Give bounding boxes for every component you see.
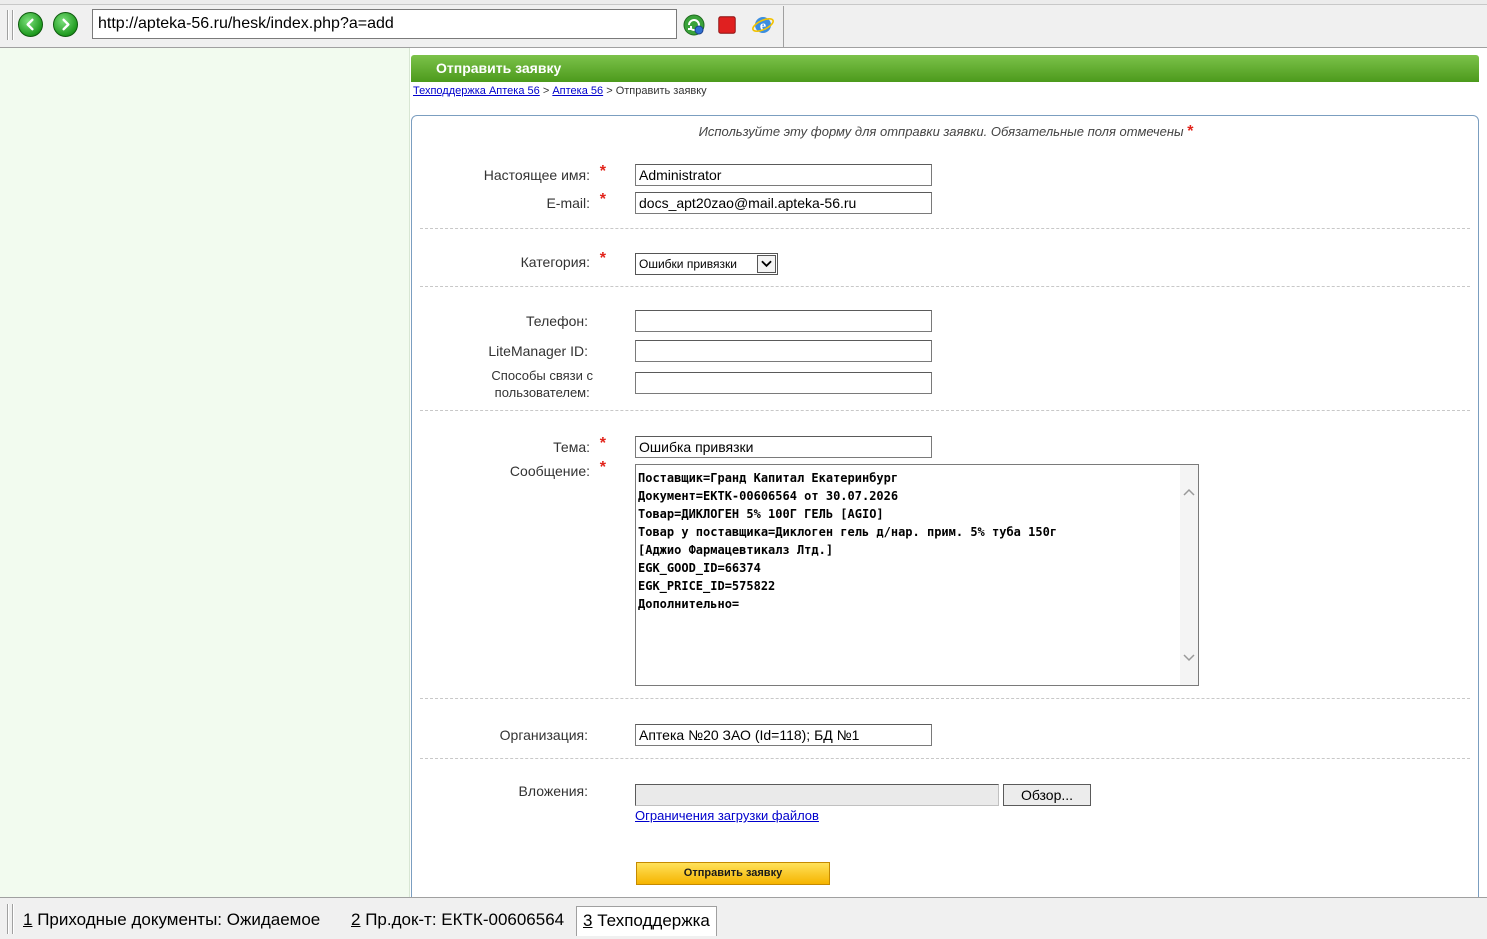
required-mark: * bbox=[599, 163, 606, 180]
message-label-text: Сообщение: bbox=[509, 463, 590, 479]
email-label: E-mail: * bbox=[546, 191, 606, 211]
phone-label: Телефон: bbox=[526, 313, 588, 329]
section-divider bbox=[420, 286, 1470, 287]
breadcrumb-link-home[interactable]: Техподдержка Аптека 56 bbox=[413, 85, 540, 97]
toolbar-grip[interactable] bbox=[12, 10, 14, 40]
litemanager-label: LiteManager ID: bbox=[488, 343, 588, 359]
upload-limits-link[interactable]: Ограничения загрузки файлов bbox=[635, 808, 819, 823]
category-label-text: Категория: bbox=[520, 254, 590, 270]
email-field[interactable]: docs_apt20zao@mail.apteka-56.ru bbox=[635, 192, 932, 214]
task-tab-label: Приходные документы: Ожидаемое bbox=[32, 910, 321, 929]
subject-label: Тема: * bbox=[553, 435, 606, 455]
toolbar-separator bbox=[783, 6, 784, 48]
litemanager-id-field[interactable] bbox=[635, 340, 932, 362]
task-tab-incoming-docs[interactable]: 1 Приходные документы: Ожидаемое bbox=[17, 906, 326, 936]
category-select[interactable]: Ошибки привязки bbox=[635, 253, 778, 275]
message-text: Поставщик=Гранд Капитал Екатеринбург Док… bbox=[638, 471, 1058, 611]
submit-ticket-button[interactable]: Отправить заявку bbox=[636, 862, 830, 885]
breadcrumb-link-section[interactable]: Аптека 56 bbox=[552, 85, 603, 97]
section-divider bbox=[420, 698, 1470, 699]
category-label: Категория: * bbox=[520, 250, 606, 270]
refresh-button[interactable] bbox=[681, 12, 707, 38]
breadcrumb-separator: > bbox=[606, 85, 613, 97]
form-intro-text: Используйте эту форму для отправки заявк… bbox=[698, 124, 1184, 139]
address-bar[interactable]: http://apteka-56.ru/hesk/index.php?a=add bbox=[92, 9, 677, 39]
textarea-scrollbar[interactable] bbox=[1180, 465, 1198, 685]
stop-button[interactable] bbox=[714, 12, 740, 38]
required-mark: * bbox=[599, 191, 606, 208]
attachments-label: Вложения: bbox=[518, 783, 588, 799]
internet-explorer-icon: e bbox=[752, 17, 774, 34]
task-tab-label: Пр.док-т: ЕКТК-00606564 bbox=[360, 910, 565, 929]
page-content: Отправить заявку Техподдержка Аптека 56 … bbox=[410, 48, 1487, 897]
taskbar-grip[interactable] bbox=[12, 904, 14, 934]
name-field[interactable]: Administrator bbox=[635, 164, 932, 186]
toolbar-grip[interactable] bbox=[7, 10, 9, 40]
ticket-form: Используйте эту форму для отправки заявк… bbox=[411, 115, 1479, 897]
window-taskbar: 1 Приходные документы: Ожидаемое 2 Пр.до… bbox=[0, 897, 1487, 939]
section-divider bbox=[420, 758, 1470, 759]
arrow-left-icon bbox=[26, 18, 34, 31]
name-label: Настоящее имя: * bbox=[483, 163, 606, 183]
contact-methods-label-line: Способы связи с bbox=[491, 368, 593, 383]
refresh-icon bbox=[683, 14, 705, 36]
toolbar-top-strip bbox=[0, 0, 1487, 5]
forward-button[interactable] bbox=[53, 12, 78, 37]
form-intro: Используйте эту форму для отправки заявк… bbox=[412, 123, 1480, 141]
message-textarea[interactable]: Поставщик=Гранд Капитал Екатеринбург Док… bbox=[635, 464, 1199, 686]
contact-methods-label: Способы связи с пользователем: bbox=[491, 367, 593, 401]
task-tab-label: Техподдержка bbox=[592, 911, 710, 930]
required-mark: * bbox=[599, 459, 606, 476]
subject-field[interactable]: Ошибка привязки bbox=[635, 436, 932, 458]
subject-label-text: Тема: bbox=[553, 439, 590, 455]
organization-label: Организация: bbox=[499, 727, 588, 743]
browser-toolbar: http://apteka-56.ru/hesk/index.php?a=add… bbox=[0, 0, 1487, 48]
back-button[interactable] bbox=[18, 12, 43, 37]
contact-methods-field[interactable] bbox=[635, 372, 932, 394]
required-mark: * bbox=[1187, 123, 1194, 140]
message-label: Сообщение: * bbox=[509, 459, 606, 479]
organization-field[interactable]: Аптека №20 ЗАО (Id=118); БД №1 bbox=[635, 724, 932, 746]
file-input[interactable] bbox=[635, 784, 999, 806]
breadcrumb-current: Отправить заявку bbox=[615, 85, 707, 97]
arrow-right-icon bbox=[62, 18, 70, 31]
scroll-arrows-icon bbox=[1183, 488, 1195, 662]
task-tab-support[interactable]: 3 Техподдержка bbox=[576, 906, 717, 936]
contact-methods-label-line: пользователем: bbox=[494, 385, 590, 400]
required-mark: * bbox=[599, 435, 606, 452]
breadcrumb: Техподдержка Аптека 56 > Аптека 56 > Отп… bbox=[413, 85, 707, 97]
stop-icon bbox=[718, 16, 736, 34]
section-divider bbox=[420, 410, 1470, 411]
phone-field[interactable] bbox=[635, 310, 932, 332]
email-label-text: E-mail: bbox=[546, 195, 590, 211]
taskbar-grip[interactable] bbox=[7, 904, 9, 934]
breadcrumb-separator: > bbox=[542, 85, 550, 97]
browse-button[interactable]: Обзор... bbox=[1003, 784, 1091, 806]
chevron-down-icon[interactable] bbox=[757, 255, 776, 273]
page-title: Отправить заявку bbox=[411, 55, 1479, 82]
name-label-text: Настоящее имя: bbox=[483, 167, 590, 183]
required-mark: * bbox=[599, 250, 606, 267]
left-panel bbox=[0, 48, 410, 897]
section-divider bbox=[420, 228, 1470, 229]
category-select-value: Ошибки привязки bbox=[639, 257, 737, 271]
task-tab-document[interactable]: 2 Пр.док-т: ЕКТК-00606564 bbox=[345, 906, 570, 936]
ie-browser-button[interactable]: e bbox=[750, 12, 776, 38]
